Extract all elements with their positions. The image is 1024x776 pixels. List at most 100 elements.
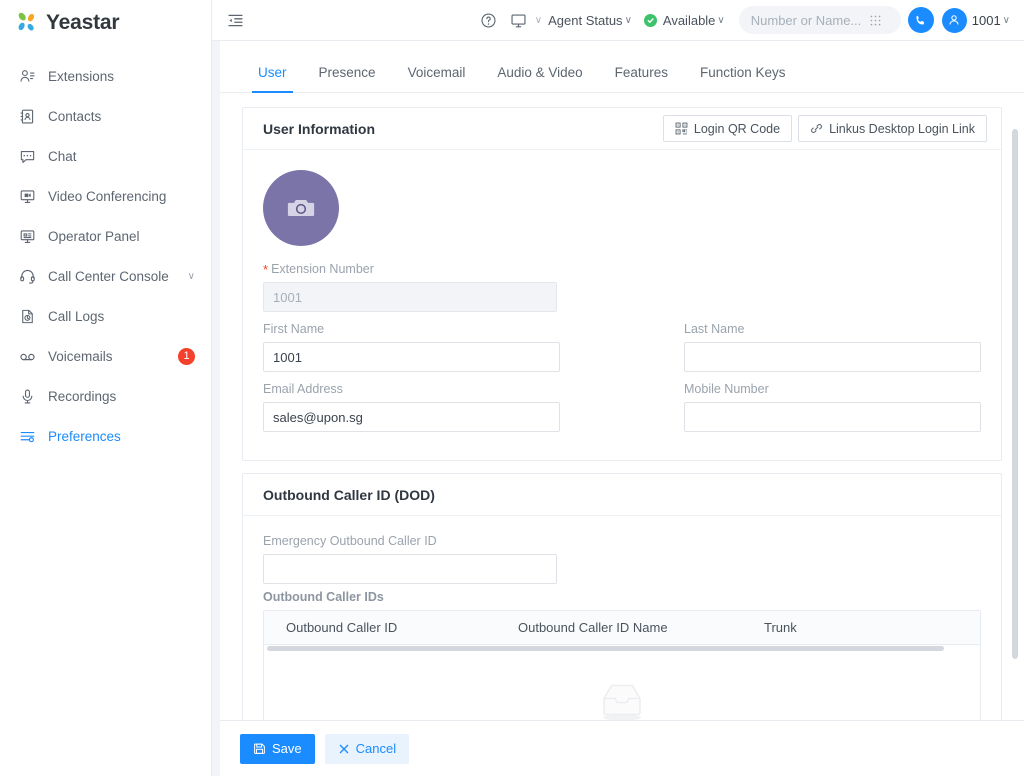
help-circle-icon[interactable] [474, 5, 504, 35]
brand[interactable]: Yeastar [0, 0, 211, 46]
form-footer: Save Cancel [220, 720, 1024, 776]
emergency-outbound-caller-id-field: Emergency Outbound Caller ID [263, 534, 557, 584]
tab-user[interactable]: User [242, 65, 303, 92]
sidebar-item-operator-panel[interactable]: Operator Panel [0, 216, 211, 256]
field-label: * Extension Number [263, 262, 557, 276]
user-menu[interactable]: 1001 ∨ [942, 8, 1010, 33]
save-button[interactable]: Save [240, 734, 315, 764]
table-empty-state [264, 652, 980, 720]
sidebar-item-preferences[interactable]: Preferences [0, 416, 211, 456]
user-information-card: User Information [242, 107, 1002, 461]
sidebar-item-label: Operator Panel [48, 229, 140, 244]
brand-name: Yeastar [46, 11, 119, 35]
status-badge: 1 [178, 348, 195, 365]
sidebar-item-chat[interactable]: Chat [0, 136, 211, 176]
last-name-field: Last Name [684, 322, 981, 372]
tab-audio-video[interactable]: Audio & Video [481, 65, 598, 92]
mobile-number-input[interactable] [684, 402, 981, 432]
sliders-icon [18, 427, 36, 445]
vertical-scrollbar[interactable] [1012, 129, 1018, 659]
field-label: Last Name [684, 322, 981, 336]
outbound-caller-id-card: Outbound Caller ID (DOD) Emergency Outbo… [242, 473, 1002, 720]
tab-label: Presence [319, 65, 376, 80]
content-area: User Presence Voicemail Audio & Video Fe… [212, 41, 1024, 776]
camera-icon [286, 193, 316, 223]
collapse-menu-icon[interactable] [224, 9, 246, 31]
sidebar-item-label: Chat [48, 149, 77, 164]
sidebar-item-label: Contacts [48, 109, 101, 124]
tab-voicemail[interactable]: Voicemail [392, 65, 482, 92]
monitor-panel-icon [18, 227, 36, 245]
card-title: User Information [263, 121, 375, 137]
card-body: Emergency Outbound Caller ID Outbound Ca… [243, 516, 1001, 720]
sidebar-item-call-center-console[interactable]: Call Center Console ∨ [0, 256, 211, 296]
scrollbar-thumb[interactable] [267, 646, 944, 651]
sidebar-item-recordings[interactable]: Recordings [0, 376, 211, 416]
sidebar: Yeastar Extensions [0, 0, 212, 776]
topbar: ∨ Agent Status ∨ Available ∨ [212, 0, 1024, 41]
login-qr-code-button[interactable]: Login QR Code [663, 115, 792, 142]
outbound-caller-ids-table: Outbound Caller ID Outbound Caller ID Na… [263, 610, 981, 720]
card-title: Outbound Caller ID (DOD) [263, 487, 435, 503]
user-menu-label: 1001 ∨ [972, 13, 1010, 28]
card-header-actions: Login QR Code [663, 115, 987, 142]
availability-menu[interactable]: Available ∨ [638, 13, 731, 28]
sidebar-item-label: Video Conferencing [48, 189, 166, 204]
dial-search-input[interactable] [751, 13, 869, 28]
tab-function-keys[interactable]: Function Keys [684, 65, 802, 92]
extension-number-input [263, 282, 557, 312]
headset-icon [18, 267, 36, 285]
field-label: Email Address [263, 382, 560, 396]
tab-presence[interactable]: Presence [303, 65, 392, 92]
user-form-grid: First Name Last Name Email Address [263, 322, 981, 442]
sidebar-item-label: Call Logs [48, 309, 104, 324]
sidebar-nav: Extensions Contacts [0, 56, 211, 456]
keypad-icon[interactable] [869, 14, 882, 27]
table-horizontal-scrollbar[interactable] [264, 645, 980, 652]
field-label: Mobile Number [684, 382, 981, 396]
settings-tabs: User Presence Voicemail Audio & Video Fe… [220, 41, 1024, 93]
dial-search-box[interactable] [739, 6, 901, 34]
avatar-upload[interactable] [263, 170, 339, 246]
sidebar-item-label: Preferences [48, 429, 121, 444]
user-list-icon [18, 67, 36, 85]
check-circle-icon [644, 14, 657, 27]
chevron-down-icon[interactable]: ∨ [188, 271, 195, 282]
card-body: * Extension Number First Name [243, 150, 1001, 460]
sidebar-item-video-conferencing[interactable]: Video Conferencing [0, 176, 211, 216]
user-avatar-icon [942, 8, 967, 33]
required-marker: * [263, 263, 268, 276]
card-header: Outbound Caller ID (DOD) [243, 474, 1001, 516]
main-area: ∨ Agent Status ∨ Available ∨ [212, 0, 1024, 776]
emergency-outbound-caller-id-input[interactable] [263, 554, 557, 584]
monitor-icon[interactable] [504, 5, 534, 35]
agent-status-menu[interactable]: Agent Status ∨ [542, 13, 638, 28]
email-address-field: Email Address [263, 382, 560, 432]
microphone-icon [18, 387, 36, 405]
tab-panel-user: User Information [220, 93, 1024, 720]
mobile-number-field: Mobile Number [684, 382, 981, 432]
column-header: Outbound Caller ID Name [496, 620, 742, 635]
chevron-down-icon: ∨ [625, 15, 632, 26]
contact-book-icon [18, 107, 36, 125]
email-address-input[interactable] [263, 402, 560, 432]
phone-icon[interactable] [908, 7, 934, 33]
cancel-button[interactable]: Cancel [325, 734, 409, 764]
sidebar-item-call-logs[interactable]: Call Logs [0, 296, 211, 336]
first-name-input[interactable] [263, 342, 560, 372]
outbound-caller-ids-label: Outbound Caller IDs [263, 590, 981, 604]
chevron-down-icon: ∨ [717, 15, 724, 26]
link-chain-icon [810, 122, 823, 135]
voicemail-icon [18, 347, 36, 365]
tab-features[interactable]: Features [599, 65, 684, 92]
sidebar-item-contacts[interactable]: Contacts [0, 96, 211, 136]
sidebar-item-extensions[interactable]: Extensions [0, 56, 211, 96]
linkus-desktop-login-link-button[interactable]: Linkus Desktop Login Link [798, 115, 987, 142]
last-name-input[interactable] [684, 342, 981, 372]
chevron-down-icon: ∨ [1003, 15, 1010, 26]
chevron-down-icon[interactable]: ∨ [535, 15, 542, 26]
tab-label: Audio & Video [497, 65, 582, 80]
table-header-row: Outbound Caller ID Outbound Caller ID Na… [264, 611, 980, 645]
user-extension-number: 1001 [972, 13, 1001, 28]
sidebar-item-voicemails[interactable]: Voicemails 1 [0, 336, 211, 376]
